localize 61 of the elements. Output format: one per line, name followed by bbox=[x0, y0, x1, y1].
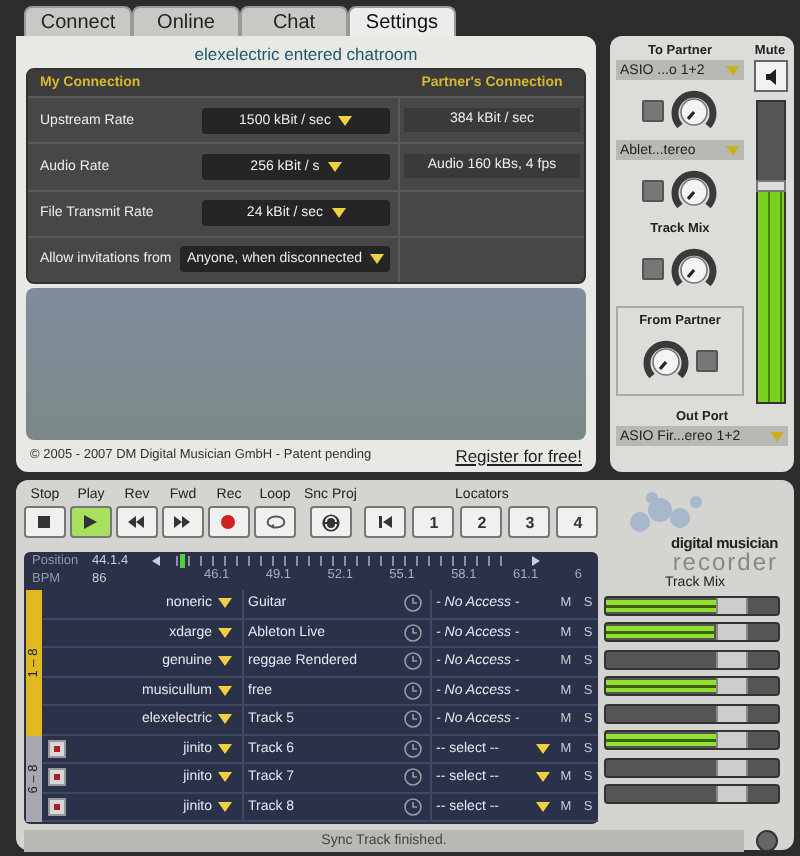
dropdown-arrow-icon bbox=[338, 113, 353, 128]
locator-start-button[interactable] bbox=[364, 506, 407, 538]
stop-icon bbox=[36, 513, 54, 531]
dropdown-arrow-icon bbox=[770, 429, 784, 443]
fast-forward-icon bbox=[174, 513, 192, 531]
mute-button[interactable] bbox=[753, 60, 787, 92]
dropdown-arrow-icon bbox=[726, 63, 740, 77]
clock-icon bbox=[404, 652, 422, 671]
round-button[interactable] bbox=[756, 830, 778, 852]
clock-icon bbox=[404, 594, 422, 613]
tab[interactable]: Online bbox=[132, 6, 240, 36]
locator-button[interactable]: 2 bbox=[460, 506, 503, 538]
clock-icon bbox=[404, 797, 422, 816]
tab[interactable]: Chat bbox=[240, 6, 348, 36]
transport-button[interactable] bbox=[254, 506, 296, 538]
fader-handle[interactable] bbox=[716, 705, 748, 722]
transport-button[interactable] bbox=[70, 506, 112, 538]
toggle-button[interactable] bbox=[642, 179, 664, 201]
logo-text: recorder bbox=[672, 552, 778, 574]
fader-handle[interactable] bbox=[716, 786, 748, 803]
transport-button[interactable] bbox=[162, 506, 204, 538]
knob[interactable] bbox=[670, 88, 718, 132]
clock-icon bbox=[404, 681, 422, 700]
dropdown-arrow-icon bbox=[331, 206, 346, 221]
transport-button[interactable] bbox=[309, 506, 352, 538]
clock-icon bbox=[404, 623, 422, 642]
clock-icon bbox=[404, 710, 422, 729]
loop-icon bbox=[265, 513, 285, 531]
knob[interactable] bbox=[670, 246, 718, 290]
transport-button[interactable] bbox=[24, 506, 66, 538]
toggle-button[interactable] bbox=[642, 99, 664, 121]
skip-to-start-icon bbox=[377, 514, 394, 530]
fader-handle[interactable] bbox=[716, 732, 748, 749]
dropdown-arrow-icon bbox=[327, 159, 342, 174]
knob[interactable] bbox=[670, 168, 718, 212]
fader-handle[interactable] bbox=[755, 180, 785, 192]
locator-button[interactable]: 4 bbox=[556, 506, 599, 538]
toggle-button[interactable] bbox=[642, 257, 664, 279]
toggle-button[interactable] bbox=[696, 349, 718, 371]
fader-handle[interactable] bbox=[716, 597, 748, 614]
record-icon bbox=[220, 513, 238, 531]
fader-handle[interactable] bbox=[716, 651, 748, 668]
speaker-icon bbox=[763, 67, 777, 85]
sync-icon bbox=[321, 513, 340, 531]
transport-button[interactable] bbox=[116, 506, 158, 538]
locator-button[interactable]: 3 bbox=[508, 506, 551, 538]
clock-icon bbox=[404, 739, 422, 758]
register-link[interactable]: Register for free! bbox=[455, 445, 582, 465]
clock-icon bbox=[404, 768, 422, 787]
fader-handle[interactable] bbox=[716, 678, 748, 695]
locator-button[interactable]: 1 bbox=[412, 506, 455, 538]
knob[interactable] bbox=[642, 338, 690, 382]
transport-button[interactable] bbox=[208, 506, 250, 538]
dropdown-arrow-icon bbox=[370, 252, 384, 267]
tab[interactable]: Connect bbox=[24, 6, 132, 36]
fader-handle[interactable] bbox=[716, 624, 748, 641]
play-icon bbox=[82, 513, 100, 531]
status-message: elexelectric entered chatroom bbox=[192, 42, 420, 68]
rewind-icon bbox=[128, 513, 146, 531]
fader-handle[interactable] bbox=[716, 759, 748, 776]
dropdown-arrow-icon bbox=[726, 143, 740, 157]
